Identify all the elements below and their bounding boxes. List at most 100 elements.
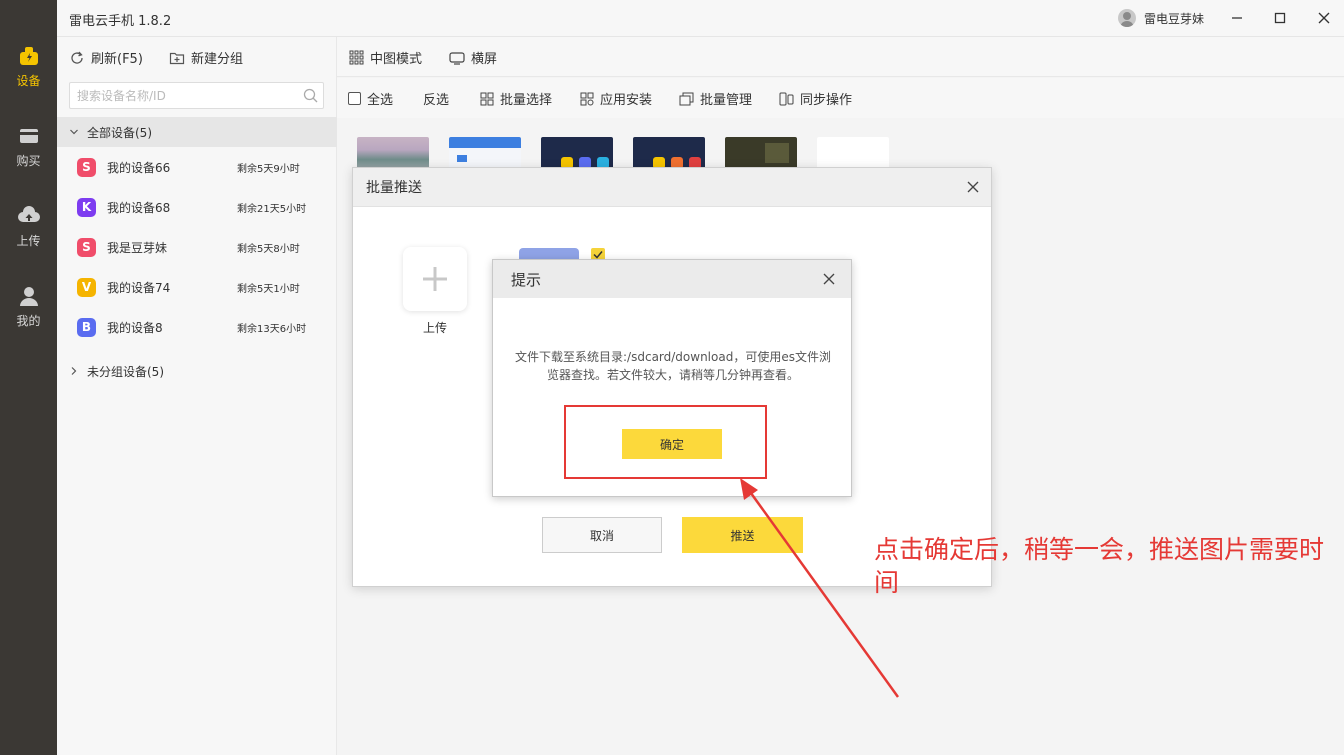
user-icon — [17, 284, 41, 308]
nav-item-buy[interactable]: 购买 — [0, 124, 57, 184]
close-icon — [967, 181, 979, 193]
refresh-icon — [71, 51, 83, 64]
highlight-box — [564, 405, 767, 479]
device-name: 我的设备8 — [107, 320, 163, 335]
avatar — [1118, 9, 1136, 27]
device-thumbnail[interactable] — [357, 137, 429, 169]
landscape-button[interactable]: 横屏 — [449, 48, 497, 67]
annotation-text: 点击确定后，稍等一会，推送图片需要时间 — [874, 535, 1325, 597]
app-install-button[interactable]: 应用安装 — [580, 89, 652, 108]
prompt-message: 文件下载至系统目录:/sdcard/download，可使用es文件浏览器查找。… — [515, 350, 831, 382]
layers-icon — [679, 92, 694, 105]
batch-manage-label: 批量管理 — [700, 93, 753, 108]
search-input[interactable] — [70, 83, 290, 108]
group-label: 未分组设备(5) — [87, 364, 164, 379]
device-name: 我的设备68 — [107, 200, 171, 215]
new-folder-icon — [169, 52, 185, 64]
view-mode-label: 中图模式 — [370, 52, 423, 67]
device-thumbnail[interactable] — [541, 137, 613, 169]
view-toolbar: 中图模式 横屏 — [337, 37, 1344, 77]
batch-select-icon — [480, 92, 494, 105]
search-box — [69, 82, 324, 109]
chevron-right-icon — [71, 367, 77, 375]
device-name: 我是豆芽妹 — [107, 240, 168, 255]
nav-item-label: 设备 — [16, 74, 41, 88]
device-badge: K — [77, 197, 96, 217]
refresh-button[interactable]: 刷新(F5) — [69, 48, 143, 67]
upload-label: 上传 — [422, 321, 447, 335]
batch-select-label: 批量选择 — [500, 93, 553, 108]
chevron-down-icon — [70, 129, 78, 135]
device-remaining-time: 剩余5天1小时 — [237, 283, 300, 295]
nav-item-device[interactable]: 设备 — [0, 44, 57, 104]
device-thumbnail[interactable] — [633, 137, 705, 169]
invert-select-button[interactable]: 反选 — [423, 89, 449, 108]
device-name: 我的设备74 — [107, 280, 171, 295]
close-button[interactable] — [1312, 6, 1336, 30]
group-all-devices[interactable]: 全部设备(5) — [57, 117, 337, 147]
search-icon[interactable] — [303, 88, 318, 103]
minimize-icon — [1232, 17, 1242, 19]
device-panel: 刷新(F5) 新建分组 全部设备(5) S 我的设备66 剩余5天9小时 K 我的设备6… — [57, 37, 337, 755]
minimize-button[interactable] — [1225, 6, 1249, 30]
landscape-label: 横屏 — [471, 52, 498, 67]
device-name: 我的设备66 — [107, 160, 171, 175]
group-label: 全部设备(5) — [87, 125, 152, 140]
device-row[interactable]: V 我的设备74 剩余5天1小时 — [57, 267, 337, 307]
device-thumbnail[interactable] — [817, 137, 889, 169]
device-thumbnail[interactable] — [725, 137, 797, 169]
upload-tile[interactable] — [403, 247, 467, 311]
group-ungrouped[interactable]: 未分组设备(5) — [57, 356, 337, 386]
select-all-checkbox[interactable]: 全选 — [348, 89, 393, 108]
device-row[interactable]: S 我是豆芽妹 剩余5天8小时 — [57, 227, 337, 267]
device-icon — [17, 44, 41, 68]
device-row[interactable]: S 我的设备66 剩余5天9小时 — [57, 147, 337, 187]
nav-item-label: 购买 — [16, 154, 41, 168]
dialog-close-button[interactable] — [963, 177, 983, 197]
device-remaining-time: 剩余5天8小时 — [237, 243, 300, 255]
new-group-button[interactable]: 新建分组 — [169, 48, 243, 67]
card-icon — [17, 124, 41, 148]
grid-icon — [349, 50, 364, 65]
prompt-title: 提示 — [511, 270, 542, 289]
prompt-header: 提示 — [493, 260, 851, 298]
app-title: 雷电云手机 1.8.2 — [69, 14, 172, 29]
batch-manage-button[interactable]: 批量管理 — [679, 89, 752, 108]
cancel-button[interactable]: 取消 — [542, 517, 662, 553]
dialog-title: 批量推送 — [366, 180, 422, 196]
nav-item-upload[interactable]: 上传 — [0, 204, 57, 264]
user-menu[interactable]: 雷电豆芽妹 — [1118, 9, 1204, 27]
push-button[interactable]: 推送 — [682, 517, 803, 553]
sync-op-label: 同步操作 — [800, 93, 853, 108]
left-nav: 设备 购买 上传 我的 — [0, 0, 57, 755]
batch-select-button[interactable]: 批量选择 — [480, 89, 552, 108]
plus-icon — [423, 267, 447, 291]
device-row[interactable]: K 我的设备68 剩余21天5小时 — [57, 187, 337, 227]
checkbox-box — [348, 92, 361, 105]
maximize-button[interactable] — [1268, 6, 1292, 30]
landscape-icon — [449, 51, 465, 65]
new-group-label: 新建分组 — [191, 52, 244, 67]
nav-item-label: 我的 — [16, 314, 41, 328]
device-remaining-time: 剩余21天5小时 — [237, 203, 307, 215]
batch-toolbar: 全选 反选 批量选择 应用安装 批量管理 同步操作 — [337, 78, 1344, 118]
username: 雷电豆芽妹 — [1144, 11, 1205, 26]
device-badge: B — [77, 317, 96, 337]
device-badge: S — [77, 157, 96, 177]
device-remaining-time: 剩余5天9小时 — [237, 163, 300, 175]
maximize-icon — [1274, 12, 1286, 24]
device-badge: S — [77, 237, 96, 257]
sync-icon — [779, 92, 794, 105]
prompt-close-button[interactable] — [819, 269, 839, 289]
title-bar: 雷电云手机 1.8.2 雷电豆芽妹 — [57, 0, 1344, 37]
device-row[interactable]: B 我的设备8 剩余13天6小时 — [57, 307, 337, 347]
view-mode-button[interactable]: 中图模式 — [349, 48, 422, 67]
sync-op-button[interactable]: 同步操作 — [779, 89, 852, 108]
close-icon — [823, 273, 835, 285]
device-thumbnail[interactable] — [449, 137, 521, 169]
nav-item-mine[interactable]: 我的 — [0, 284, 57, 344]
close-icon — [1318, 12, 1330, 24]
nav-item-label: 上传 — [16, 234, 41, 248]
refresh-label: 刷新(F5) — [91, 52, 143, 67]
app-install-label: 应用安装 — [600, 93, 653, 108]
